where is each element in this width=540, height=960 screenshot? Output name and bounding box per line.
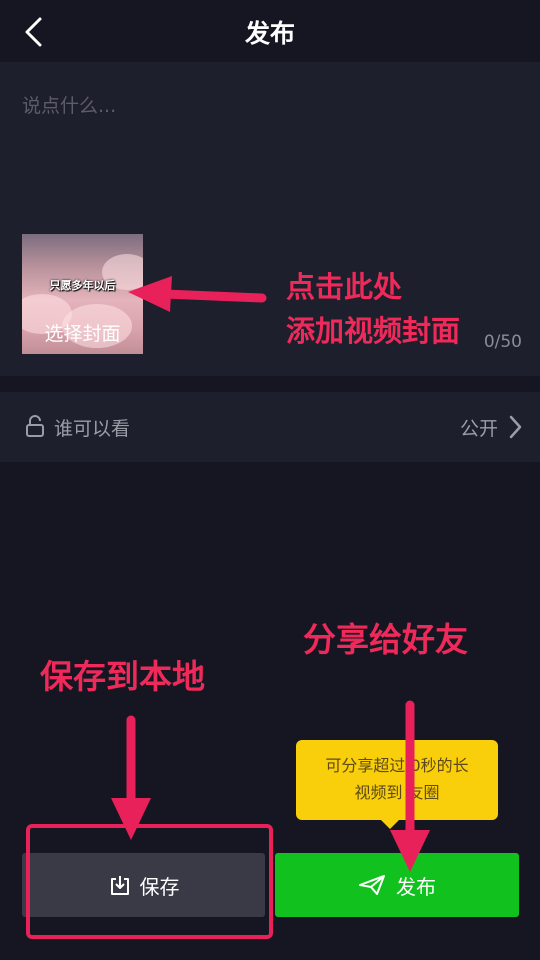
publish-button-label: 发布 <box>396 874 436 899</box>
save-button[interactable]: 保存 <box>22 853 265 917</box>
page-title: 发布 <box>244 19 295 48</box>
chevron-right-icon <box>509 415 522 439</box>
cover-picker[interactable]: 只愿多年以后 选择封面 <box>22 234 143 354</box>
save-button-label: 保存 <box>139 874 180 899</box>
arrow-to-save <box>111 715 151 840</box>
cover-annotation-line1: 点击此处 <box>286 270 403 304</box>
send-icon <box>359 875 385 895</box>
privacy-label: 谁可以看 <box>54 418 131 440</box>
privacy-value: 公开 <box>459 418 498 440</box>
cover-annotation-line2: 添加视频封面 <box>286 314 461 348</box>
tooltip-line1: 可分享超过 0秒的长 <box>325 756 469 775</box>
publish-button[interactable]: 发布 <box>275 853 519 917</box>
save-annotation: 保存到本地 <box>40 657 205 696</box>
share-tooltip: 可分享超过 0秒的长 视频到 友圈 <box>296 740 498 820</box>
privacy-row[interactable]: 谁可以看 公开 <box>0 392 540 462</box>
tooltip-line2: 视频到 友圈 <box>354 783 440 802</box>
character-counter: 0/50 <box>483 332 522 352</box>
download-icon <box>110 876 129 895</box>
caption-input[interactable] <box>22 88 512 124</box>
header-bar: 发布 <box>0 0 540 62</box>
tooltip-tail <box>380 819 400 829</box>
share-annotation: 分享给好友 <box>303 620 468 659</box>
cover-overlay-text: 只愿多年以后 <box>49 279 116 292</box>
lock-icon <box>26 415 44 437</box>
cover-label: 选择封面 <box>44 323 121 345</box>
